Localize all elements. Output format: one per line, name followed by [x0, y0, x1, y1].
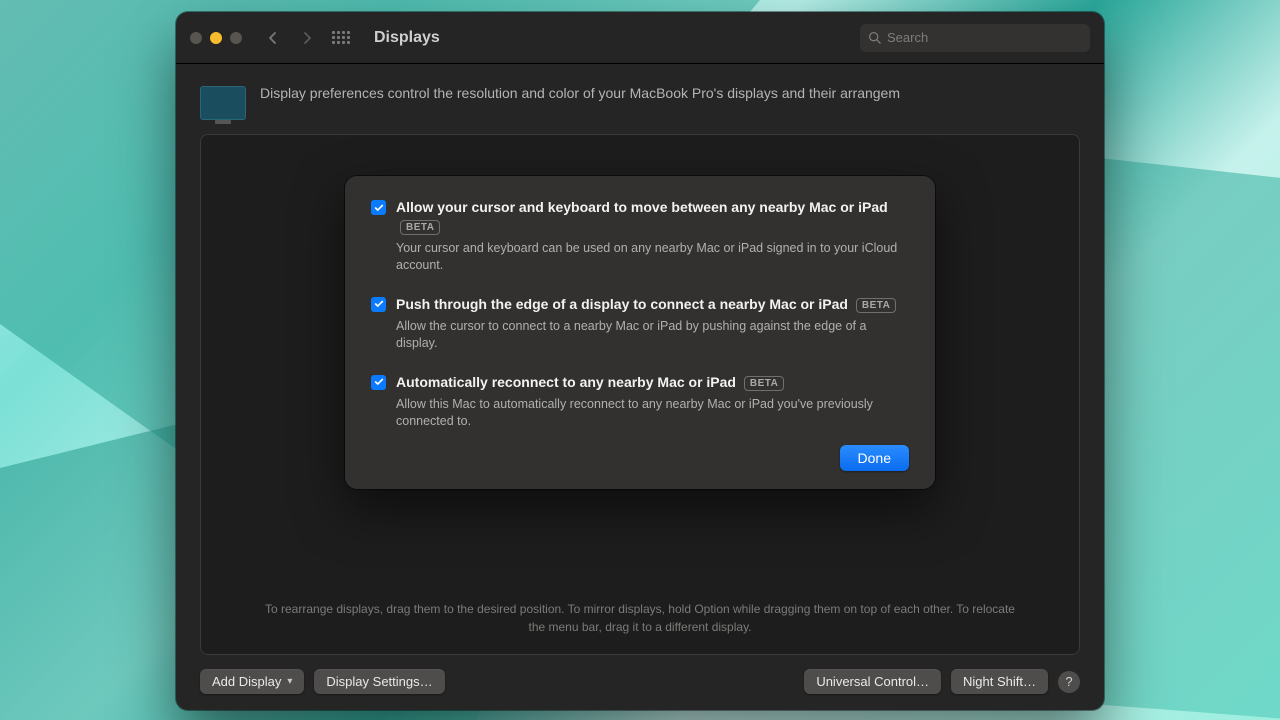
display-icon	[200, 86, 246, 120]
checkbox[interactable]	[371, 297, 386, 312]
zoom-window-button[interactable]	[230, 32, 242, 44]
done-label: Done	[858, 450, 891, 466]
night-shift-button[interactable]: Night Shift…	[951, 669, 1048, 694]
back-button[interactable]	[260, 26, 286, 50]
grid-icon	[332, 31, 350, 44]
bottom-toolbar: Add Display ▾ Display Settings… Universa…	[200, 655, 1080, 694]
option-title: Allow your cursor and keyboard to move b…	[396, 198, 909, 236]
window-title: Displays	[374, 29, 440, 47]
add-display-button[interactable]: Add Display ▾	[200, 669, 304, 694]
search-placeholder: Search	[887, 30, 928, 45]
sheet-option: Automatically reconnect to any nearby Ma…	[371, 373, 909, 431]
option-description: Your cursor and keyboard can be used on …	[396, 240, 909, 275]
minimize-window-button[interactable]	[210, 32, 222, 44]
option-body: Automatically reconnect to any nearby Ma…	[396, 373, 909, 431]
done-button[interactable]: Done	[840, 445, 909, 471]
beta-badge: BETA	[856, 298, 896, 314]
sheet-option: Push through the edge of a display to co…	[371, 295, 909, 353]
search-icon	[868, 31, 881, 44]
option-body: Allow your cursor and keyboard to move b…	[396, 198, 909, 275]
search-field[interactable]: Search	[860, 24, 1090, 52]
display-settings-button[interactable]: Display Settings…	[314, 669, 444, 694]
universal-control-label: Universal Control…	[816, 674, 929, 689]
close-window-button[interactable]	[190, 32, 202, 44]
option-description: Allow this Mac to automatically reconnec…	[396, 396, 909, 431]
beta-badge: BETA	[400, 220, 440, 236]
display-settings-label: Display Settings…	[326, 674, 432, 689]
system-preferences-window: Displays Search Display preferences cont…	[176, 12, 1104, 710]
add-display-label: Add Display	[212, 674, 281, 689]
window-controls	[190, 32, 242, 44]
checkbox[interactable]	[371, 200, 386, 215]
sheet-option: Allow your cursor and keyboard to move b…	[371, 198, 909, 275]
arrangement-hint: To rearrange displays, drag them to the …	[217, 595, 1063, 638]
show-all-button[interactable]	[328, 26, 354, 50]
universal-control-sheet: Allow your cursor and keyboard to move b…	[345, 176, 935, 489]
help-button[interactable]: ?	[1058, 671, 1080, 693]
universal-control-button[interactable]: Universal Control…	[804, 669, 941, 694]
night-shift-label: Night Shift…	[963, 674, 1036, 689]
chevron-down-icon: ▾	[287, 676, 292, 687]
intro-row: Display preferences control the resoluti…	[200, 84, 1080, 120]
titlebar: Displays Search	[176, 12, 1104, 64]
option-title: Push through the edge of a display to co…	[396, 295, 909, 314]
intro-text: Display preferences control the resoluti…	[260, 84, 900, 103]
option-body: Push through the edge of a display to co…	[396, 295, 909, 353]
beta-badge: BETA	[744, 376, 784, 392]
option-title: Automatically reconnect to any nearby Ma…	[396, 373, 909, 392]
option-description: Allow the cursor to connect to a nearby …	[396, 318, 909, 353]
checkbox[interactable]	[371, 375, 386, 390]
forward-button[interactable]	[294, 26, 320, 50]
question-icon: ?	[1065, 674, 1072, 689]
